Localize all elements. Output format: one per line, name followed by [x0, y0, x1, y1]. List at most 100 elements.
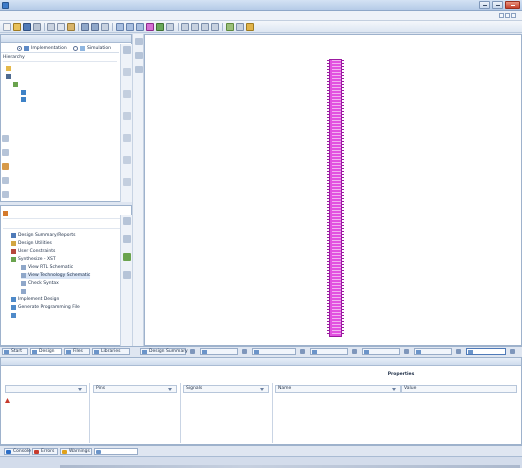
tree-item-top-module[interactable]: [13, 82, 20, 88]
property-name-column[interactable]: Name: [275, 385, 401, 393]
expand-icon[interactable]: [226, 23, 234, 31]
add-source-icon[interactable]: [2, 135, 9, 142]
tree-item-device[interactable]: [6, 74, 13, 80]
wire-icon[interactable]: [181, 23, 189, 31]
strip-tool-icon[interactable]: [123, 217, 131, 225]
remove-icon[interactable]: [2, 177, 9, 184]
cut-icon[interactable]: [47, 23, 55, 31]
implementation-radio[interactable]: [17, 46, 22, 51]
tree-item-source[interactable]: [21, 90, 28, 96]
strip-tool-icon[interactable]: [123, 134, 131, 142]
schematic-cell-block[interactable]: [327, 59, 344, 337]
process-synthesize[interactable]: Synthesize - XST: [11, 257, 56, 263]
new-source-icon[interactable]: [2, 163, 9, 170]
process-design-summary[interactable]: Design Summary/Reports: [11, 233, 76, 239]
pins-column[interactable]: Pins: [93, 385, 177, 393]
tab-design-summary[interactable]: Design Summary: [140, 348, 188, 355]
column-divider[interactable]: [180, 383, 181, 443]
dropdown-arrow-icon[interactable]: [260, 388, 264, 391]
undo-icon[interactable]: [81, 23, 89, 31]
strip-tool-icon[interactable]: [123, 46, 131, 54]
strip-tool-icon[interactable]: [123, 112, 131, 120]
print-icon[interactable]: [33, 23, 41, 31]
maximize-button[interactable]: [492, 1, 503, 9]
zoom-fit-icon[interactable]: [136, 23, 144, 31]
mdi-restore-icon[interactable]: [505, 13, 510, 18]
tab-active-schematic[interactable]: [466, 348, 506, 355]
property-value-column[interactable]: Value: [401, 385, 517, 393]
close-tab-icon[interactable]: [242, 349, 247, 354]
schematic-tool-icon[interactable]: [135, 66, 143, 73]
process-view-rtl[interactable]: View RTL Schematic: [21, 265, 73, 271]
add-copy-icon[interactable]: [2, 149, 9, 156]
instances-column[interactable]: [5, 385, 87, 393]
process-check-syntax[interactable]: Check Syntax: [21, 281, 59, 287]
tab-warnings[interactable]: Warnings: [60, 448, 92, 455]
strip-tool-icon[interactable]: [123, 68, 131, 76]
mdi-minimize-icon[interactable]: [499, 13, 504, 18]
dropdown-arrow-icon[interactable]: [392, 388, 396, 391]
schematic-tool-icon[interactable]: [135, 38, 143, 45]
paste-icon[interactable]: [67, 23, 75, 31]
tab-document[interactable]: [414, 348, 452, 355]
tab-libraries[interactable]: Libraries: [92, 348, 130, 355]
find-icon[interactable]: [101, 23, 109, 31]
strip-tool-icon[interactable]: [123, 271, 131, 279]
schematic-view-icon[interactable]: [146, 23, 154, 31]
strip-tool-icon[interactable]: [123, 178, 131, 186]
copy-icon[interactable]: [57, 23, 65, 31]
column-divider[interactable]: [272, 383, 273, 443]
close-tab-icon[interactable]: [352, 349, 357, 354]
strip-tool-icon[interactable]: [123, 156, 131, 164]
tree-item-source[interactable]: [21, 97, 28, 103]
signals-column[interactable]: Signals: [183, 385, 269, 393]
push-into-icon[interactable]: [201, 23, 209, 31]
run-icon[interactable]: [156, 23, 164, 31]
minimize-button[interactable]: [479, 1, 490, 9]
close-tab-icon[interactable]: [300, 349, 305, 354]
process-configure-target[interactable]: [11, 313, 18, 319]
tab-document[interactable]: [252, 348, 296, 355]
strip-tool-icon[interactable]: [123, 90, 131, 98]
process-generate-programming-file[interactable]: Generate Programming File: [11, 305, 80, 311]
tab-view-by-category[interactable]: [94, 448, 138, 455]
grid-icon[interactable]: [236, 23, 244, 31]
process-implement-design[interactable]: Implement Design: [11, 297, 59, 303]
dropdown-arrow-icon[interactable]: [78, 388, 82, 391]
save-icon[interactable]: [23, 23, 31, 31]
instance-list-item[interactable]: [5, 398, 12, 405]
tree-item-project[interactable]: [6, 66, 13, 72]
dropdown-arrow-icon[interactable]: [168, 388, 172, 391]
close-tab-icon[interactable]: [190, 349, 195, 354]
tab-errors[interactable]: Errors: [32, 448, 58, 455]
process-generate-post-synth[interactable]: [21, 289, 28, 295]
schematic-tool-icon[interactable]: [135, 52, 143, 59]
pan-icon[interactable]: [191, 23, 199, 31]
help-icon[interactable]: [246, 23, 254, 31]
run-process-icon[interactable]: [123, 253, 131, 261]
mdi-close-icon[interactable]: [511, 13, 516, 18]
tab-start[interactable]: Start: [2, 348, 28, 355]
zoom-out-icon[interactable]: [126, 23, 134, 31]
schematic-canvas[interactable]: [144, 34, 522, 346]
select-icon[interactable]: [166, 23, 174, 31]
tab-document[interactable]: [200, 348, 238, 355]
zoom-in-icon[interactable]: [116, 23, 124, 31]
tab-document[interactable]: [310, 348, 348, 355]
strip-tool-icon[interactable]: [123, 235, 131, 243]
open-icon[interactable]: [13, 23, 21, 31]
new-icon[interactable]: [3, 23, 11, 31]
tab-console[interactable]: Console: [4, 448, 31, 455]
properties-icon[interactable]: [2, 191, 9, 198]
redo-icon[interactable]: [91, 23, 99, 31]
close-tab-icon[interactable]: [456, 349, 461, 354]
tab-document[interactable]: [362, 348, 400, 355]
process-user-constraints[interactable]: User Constraints: [11, 249, 55, 255]
pop-out-icon[interactable]: [211, 23, 219, 31]
close-button[interactable]: [505, 1, 520, 9]
simulation-radio[interactable]: [73, 46, 78, 51]
column-divider[interactable]: [89, 383, 90, 443]
close-tab-icon[interactable]: [510, 349, 515, 354]
close-tab-icon[interactable]: [404, 349, 409, 354]
tab-files[interactable]: Files: [64, 348, 90, 355]
